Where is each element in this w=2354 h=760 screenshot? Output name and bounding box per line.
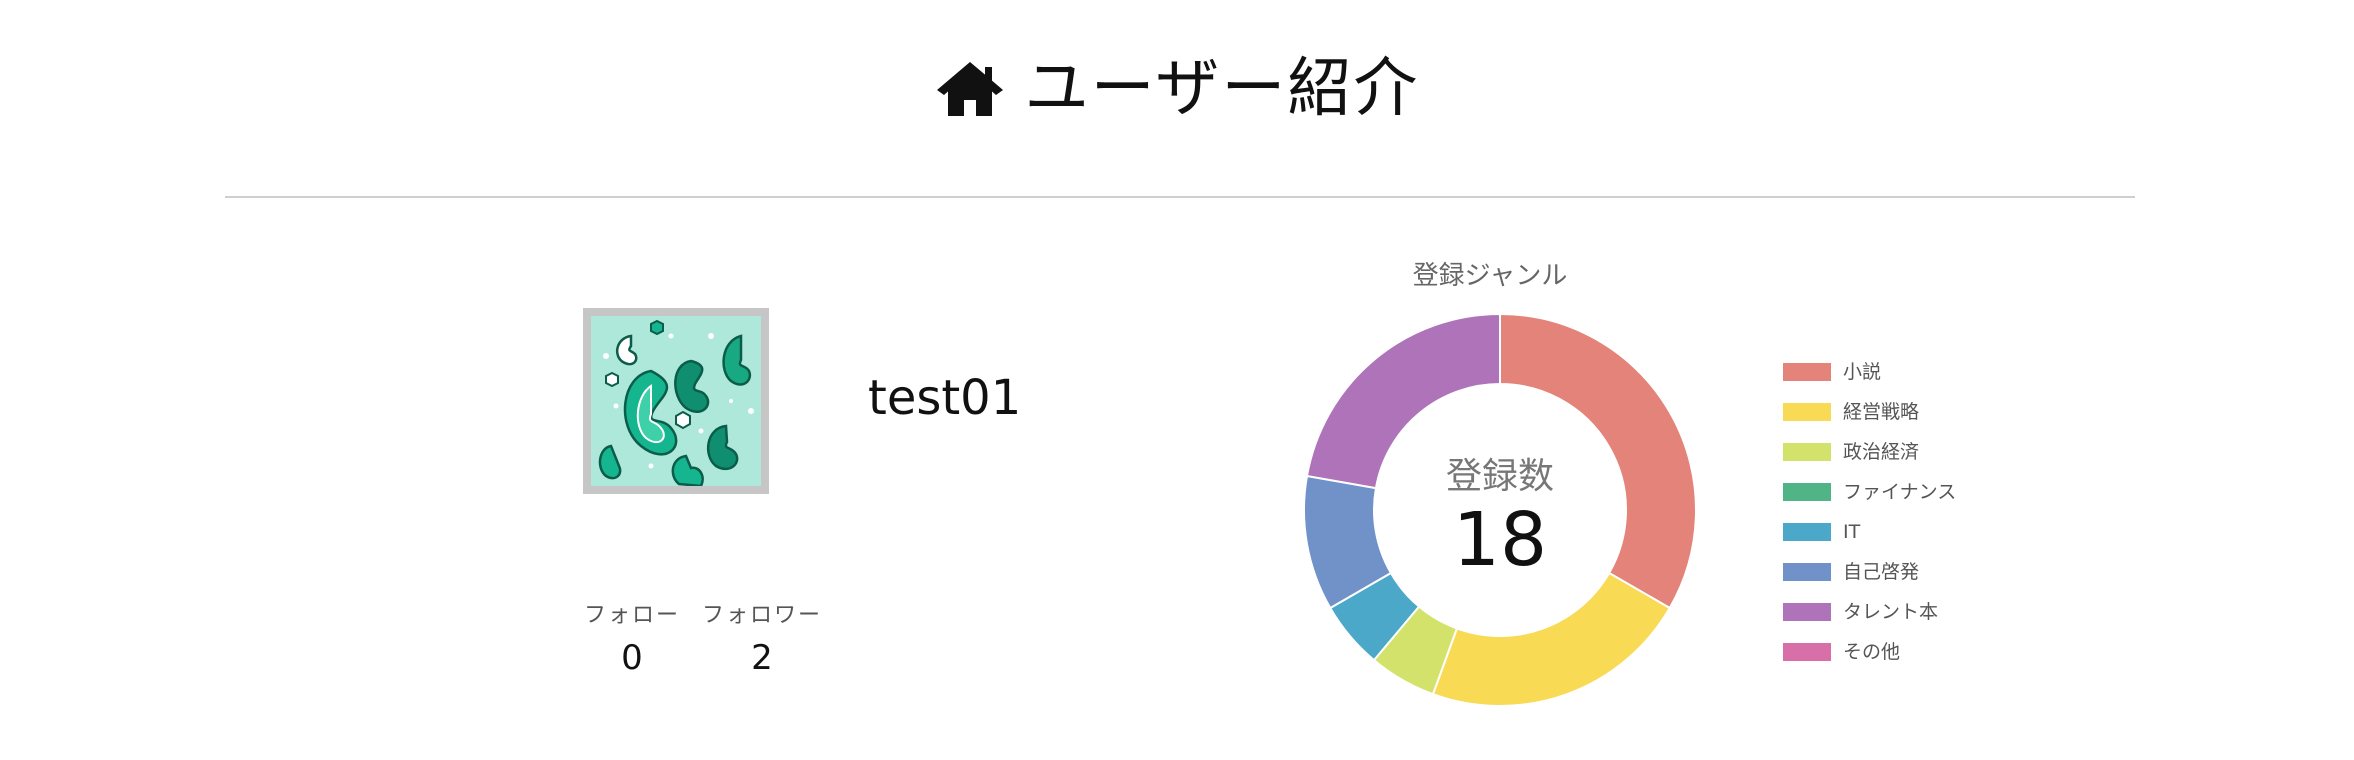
home-icon (936, 62, 1003, 116)
legend-label: その他 (1843, 641, 1901, 663)
follower-count: 2 (751, 638, 773, 678)
legend-swatch (1783, 603, 1831, 621)
legend-item[interactable]: ファイナンス (1783, 472, 2023, 512)
legend-item[interactable]: IT (1783, 512, 2023, 552)
follow-stat[interactable]: フォロー 0 (580, 600, 684, 684)
avatar[interactable] (583, 308, 769, 494)
page-title: ユーザー紹介 (0, 44, 2354, 134)
legend-label: 小説 (1843, 361, 1882, 383)
chart-title: 登録ジャンル (1412, 261, 1568, 291)
paisley-pattern-avatar (591, 316, 761, 486)
legend-swatch (1783, 643, 1831, 661)
header-divider (225, 196, 2135, 198)
legend-swatch (1783, 483, 1831, 501)
legend-swatch (1783, 403, 1831, 421)
legend-item[interactable]: その他 (1783, 632, 2023, 672)
legend-label: 自己啓発 (1843, 561, 1920, 583)
legend-label: タレント本 (1843, 601, 1939, 623)
genre-chart: 登録ジャンル 登録数 18 小説経営戦略政治経済ファイナンス IT 自己啓発タレント… (1290, 250, 2030, 710)
legend-label: ファイナンス (1843, 481, 1957, 503)
legend-swatch (1783, 523, 1831, 541)
genre-donut-chart: 登録数 18 (1303, 312, 1697, 707)
legend-swatch (1783, 443, 1831, 461)
legend-swatch (1783, 563, 1831, 581)
legend-item[interactable]: 小説 (1783, 352, 2023, 392)
chart-legend: 小説経営戦略政治経済ファイナンス IT 自己啓発タレント本その他 (1783, 352, 2023, 672)
legend-item[interactable]: 経営戦略 (1783, 392, 2023, 432)
legend-item[interactable]: 政治経済 (1783, 432, 2023, 472)
center-value: 18 (1453, 497, 1547, 583)
legend-item[interactable]: タレント本 (1783, 592, 2023, 632)
legend-label: 経営戦略 (1843, 401, 1920, 423)
follower-stat[interactable]: フォロワー 2 (697, 600, 827, 684)
page-title-text: ユーザー紹介 (1024, 52, 1420, 126)
follower-label: フォロワー (701, 603, 822, 628)
legend-swatch (1783, 363, 1831, 381)
username: test01 (868, 370, 1022, 426)
legend-label: IT (1843, 521, 1861, 543)
legend-item[interactable]: 自己啓発 (1783, 552, 2023, 592)
center-label: 登録数 (1446, 456, 1554, 497)
donut-slice-1[interactable] (1431, 571, 1672, 707)
follow-count: 0 (621, 638, 643, 678)
user-profile-page: ユーザー紹介 test01 フォロー 0 フォロワー 2 登録ジャンル 登録数 … (0, 0, 2354, 760)
legend-label: 政治経済 (1843, 441, 1920, 463)
follow-label: フォロー (583, 603, 680, 628)
